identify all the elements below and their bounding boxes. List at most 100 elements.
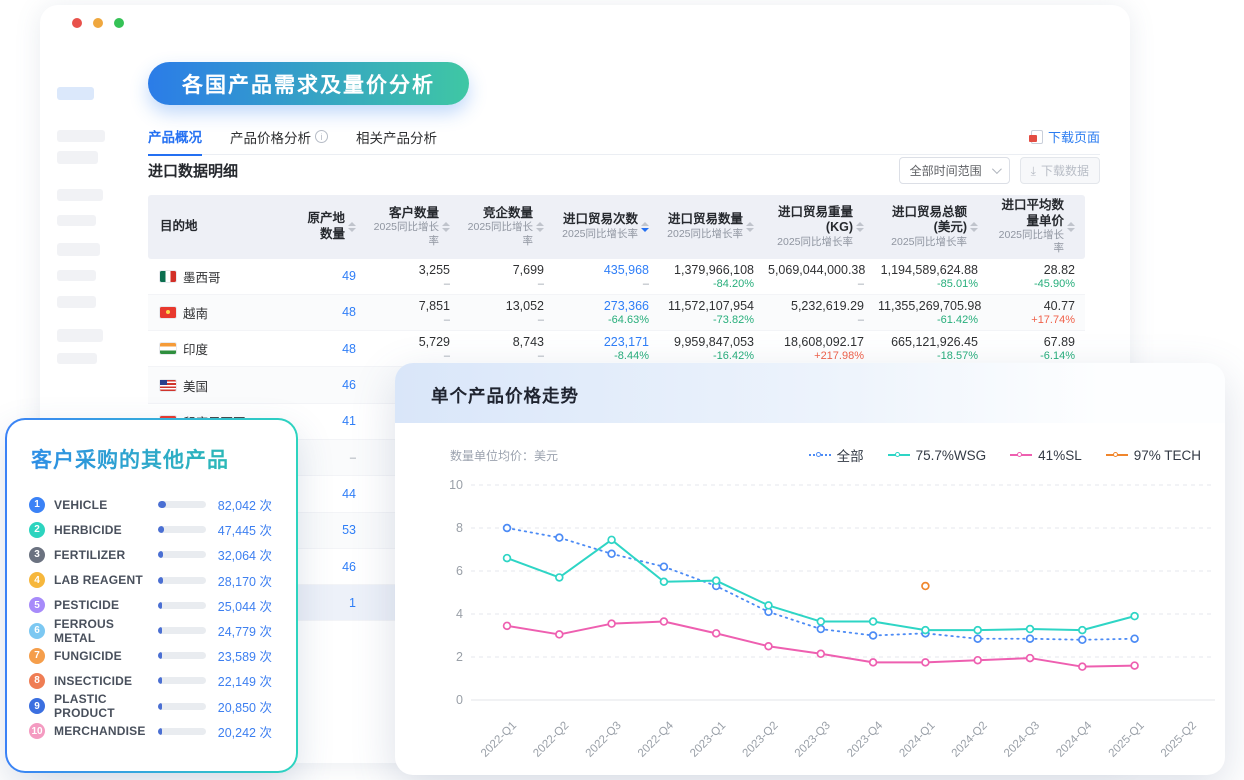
legend-item[interactable]: 41%SL <box>1010 448 1082 463</box>
data-point[interactable] <box>1131 635 1138 642</box>
sort-carets-icon[interactable] <box>536 222 544 232</box>
sort-asc-icon[interactable] <box>1067 222 1075 226</box>
sort-carets-icon[interactable] <box>641 222 649 232</box>
column-header[interactable]: 进口贸易数量2025同比增长率 <box>659 209 764 244</box>
download-page-button[interactable]: 下载页面 <box>1031 127 1100 146</box>
data-point[interactable] <box>556 574 563 581</box>
list-item[interactable]: 7FUNGICIDE23,589 次 <box>29 643 272 668</box>
list-item[interactable]: 3FERTILIZER32,064 次 <box>29 542 272 567</box>
download-data-button[interactable]: ⤓ 下载数据 <box>1020 157 1100 184</box>
list-item[interactable]: 6FERROUS METAL24,779 次 <box>29 618 272 643</box>
list-item[interactable]: 2HERBICIDE47,445 次 <box>29 517 272 542</box>
close-window-icon[interactable] <box>72 18 82 28</box>
legend-item[interactable]: 75.7%WSG <box>888 448 987 463</box>
data-point[interactable] <box>556 534 563 541</box>
data-point[interactable] <box>1027 635 1034 642</box>
data-point[interactable] <box>504 555 511 562</box>
column-header[interactable]: 进口贸易次数2025同比增长率 <box>554 209 659 244</box>
sidebar-skeleton-item[interactable] <box>57 353 97 364</box>
sort-carets-icon[interactable] <box>856 222 864 232</box>
sort-carets-icon[interactable] <box>970 222 978 232</box>
sort-carets-icon[interactable] <box>746 222 754 232</box>
column-header[interactable]: 客户数量2025同比增长率 <box>366 203 460 251</box>
sidebar-skeleton-item[interactable] <box>57 243 100 256</box>
sort-carets-icon[interactable] <box>442 222 450 232</box>
data-point[interactable] <box>1079 627 1086 634</box>
data-point[interactable] <box>870 659 877 666</box>
data-point[interactable] <box>817 626 824 633</box>
tab-product-overview[interactable]: 产品概况 <box>148 126 202 156</box>
data-point[interactable] <box>1027 655 1034 662</box>
sidebar-skeleton-item[interactable] <box>57 151 98 164</box>
data-point[interactable] <box>1027 626 1034 633</box>
data-point[interactable] <box>922 659 929 666</box>
column-header[interactable]: 进口贸易总额(美元)2025同比增长率 <box>874 202 988 252</box>
sidebar-skeleton-item[interactable] <box>57 329 103 342</box>
sort-desc-icon[interactable] <box>348 228 356 232</box>
sort-desc-icon[interactable] <box>856 228 864 232</box>
sort-desc-icon[interactable] <box>536 228 544 232</box>
data-point[interactable] <box>817 650 824 657</box>
data-point[interactable] <box>661 563 668 570</box>
data-point[interactable] <box>608 620 615 627</box>
sidebar-skeleton-item[interactable] <box>57 130 105 142</box>
data-point[interactable] <box>974 657 981 664</box>
time-range-select[interactable]: 全部时间范围 <box>899 157 1010 184</box>
sidebar-skeleton-item[interactable] <box>57 215 96 226</box>
column-header[interactable]: 进口贸易重量(KG)2025同比增长率 <box>764 202 874 252</box>
data-point[interactable] <box>765 602 772 609</box>
sort-carets-icon[interactable] <box>1067 222 1075 232</box>
sort-desc-icon[interactable] <box>746 228 754 232</box>
sort-asc-icon[interactable] <box>746 222 754 226</box>
data-point[interactable] <box>1079 663 1086 670</box>
sort-desc-icon[interactable] <box>1067 228 1075 232</box>
metric-value[interactable]: 273,366 <box>558 299 649 313</box>
table-row[interactable]: 越南487,851–13,052–273,366-64.63%11,572,10… <box>148 295 1085 331</box>
sort-desc-icon[interactable] <box>641 228 649 232</box>
data-point[interactable] <box>713 630 720 637</box>
data-point[interactable] <box>661 578 668 585</box>
list-item[interactable]: 4LAB REAGENT28,170 次 <box>29 568 272 593</box>
list-item[interactable]: 9PLASTIC PRODUCT20,850 次 <box>29 694 272 719</box>
maximize-window-icon[interactable] <box>114 18 124 28</box>
data-point[interactable] <box>661 618 668 625</box>
data-point[interactable] <box>870 618 877 625</box>
sort-asc-icon[interactable] <box>536 222 544 226</box>
data-point[interactable] <box>1079 636 1086 643</box>
sidebar-skeleton-item[interactable] <box>57 189 103 201</box>
origin-count-value[interactable]: 49 <box>282 269 356 283</box>
data-point[interactable] <box>1131 613 1138 620</box>
data-point[interactable] <box>922 627 929 634</box>
data-point[interactable] <box>608 536 615 543</box>
sort-carets-icon[interactable] <box>348 222 356 232</box>
sort-asc-icon[interactable] <box>641 222 649 226</box>
data-point[interactable] <box>817 618 824 625</box>
data-point[interactable] <box>765 643 772 650</box>
sidebar-skeleton-item[interactable] <box>57 87 94 100</box>
origin-count-value[interactable]: 48 <box>282 342 356 356</box>
sort-desc-icon[interactable] <box>970 228 978 232</box>
metric-value[interactable]: 223,171 <box>558 335 649 349</box>
column-header[interactable]: 进口平均数量单价2025同比增长率 <box>988 195 1085 259</box>
metric-value[interactable]: 435,968 <box>558 263 649 277</box>
tab-price-analysis[interactable]: 产品价格分析i <box>230 127 328 155</box>
tab-related-products[interactable]: 相关产品分析 <box>356 127 437 155</box>
origin-count-value[interactable]: 46 <box>282 378 356 392</box>
sort-asc-icon[interactable] <box>442 222 450 226</box>
sidebar-skeleton-item[interactable] <box>57 296 96 308</box>
data-point[interactable] <box>504 622 511 629</box>
sort-asc-icon[interactable] <box>856 222 864 226</box>
sort-asc-icon[interactable] <box>970 222 978 226</box>
data-point[interactable] <box>974 635 981 642</box>
data-point[interactable] <box>556 631 563 638</box>
data-point[interactable] <box>608 550 615 557</box>
table-row[interactable]: 墨西哥493,255–7,699–435,968–1,379,966,108-8… <box>148 259 1085 295</box>
origin-count-value[interactable]: 48 <box>282 305 356 319</box>
list-item[interactable]: 5PESTICIDE25,044 次 <box>29 593 272 618</box>
data-point[interactable] <box>504 525 511 532</box>
column-header[interactable]: 竞企数量2025同比增长率 <box>460 203 554 251</box>
data-point[interactable] <box>713 577 720 584</box>
data-point[interactable] <box>922 583 929 590</box>
sidebar-skeleton-item[interactable] <box>57 270 96 281</box>
legend-item[interactable]: 全部 <box>809 445 864 465</box>
